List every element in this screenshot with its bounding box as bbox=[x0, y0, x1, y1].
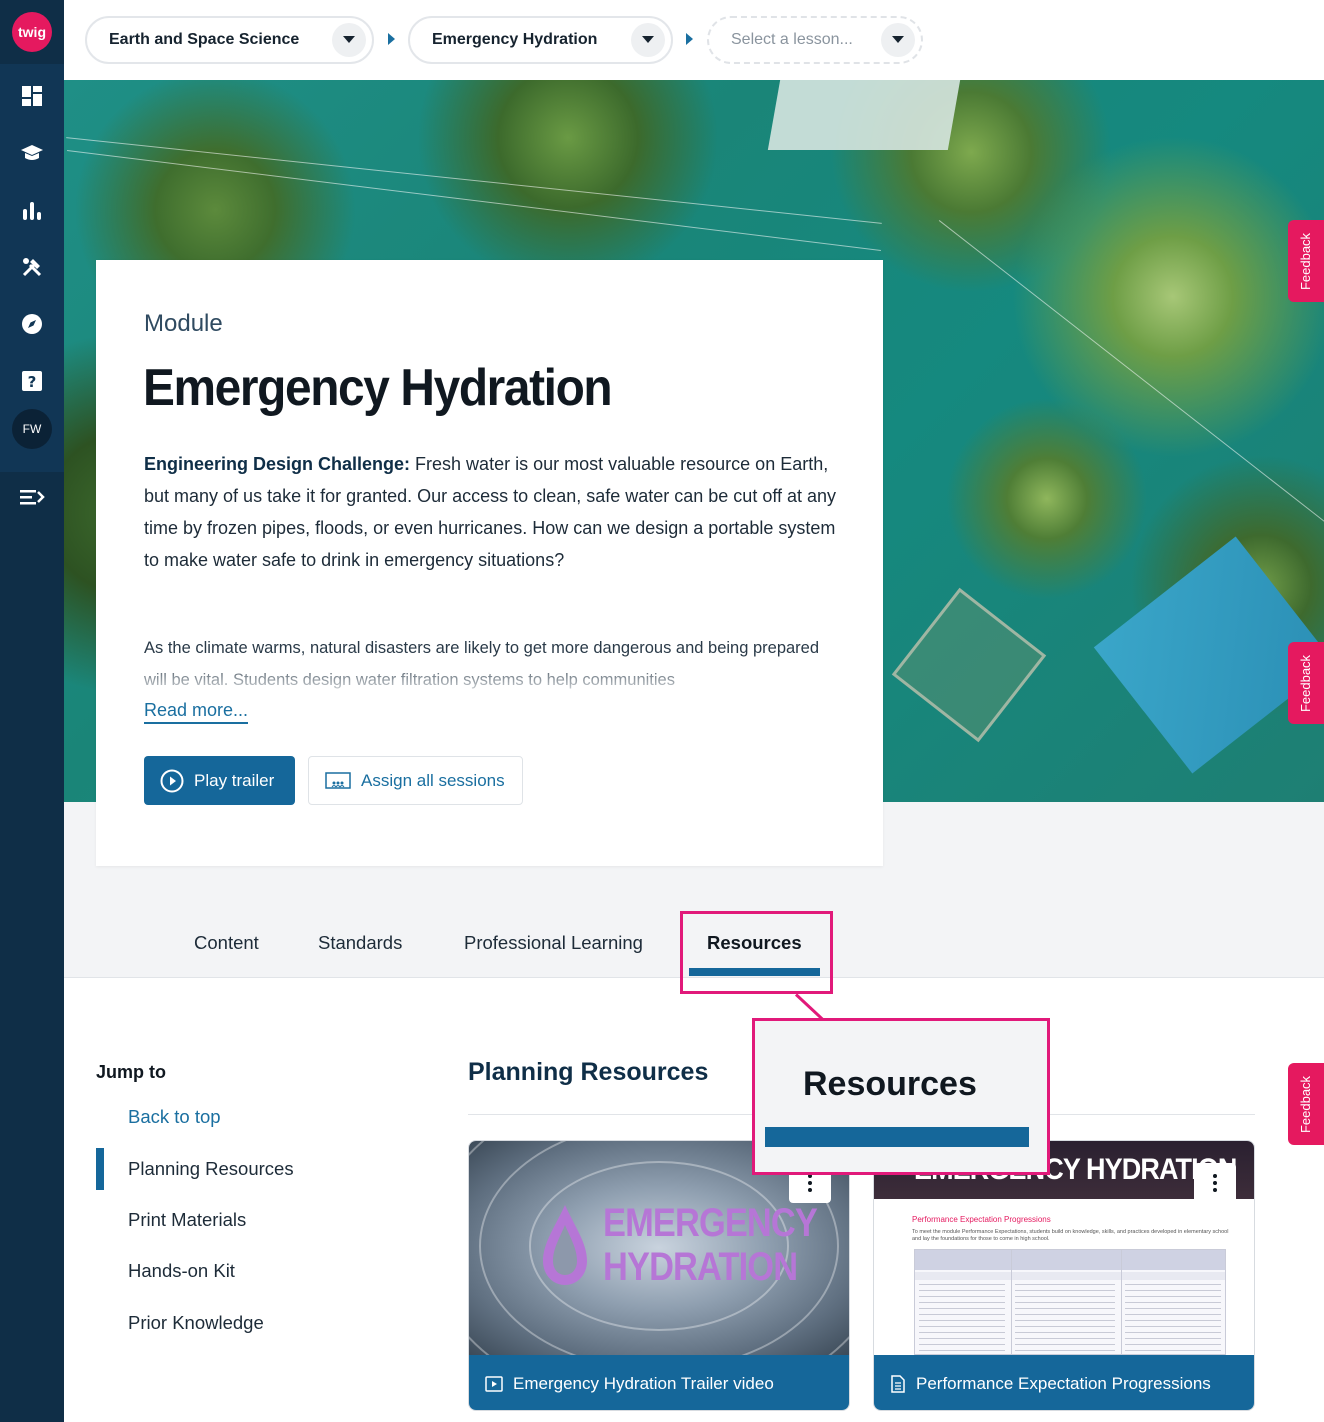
twig-logo[interactable]: twig bbox=[12, 12, 52, 52]
tab-professional-learning[interactable]: Professional Learning bbox=[464, 932, 643, 954]
feedback-label: Feedback bbox=[1298, 654, 1314, 712]
trailer-card-footer[interactable]: Emergency Hydration Trailer video bbox=[469, 1355, 849, 1410]
doc-table-text bbox=[1125, 1284, 1221, 1354]
compass-icon[interactable] bbox=[17, 309, 47, 339]
trailer-thumb-line1: EMERGENCY bbox=[603, 1201, 818, 1245]
lesson-placeholder: Select a lesson... bbox=[731, 31, 853, 48]
doc-table-header bbox=[915, 1250, 1225, 1270]
doc-title: Performance Expectation Progressions bbox=[912, 1215, 1051, 1224]
tab-highlight-box bbox=[680, 911, 833, 994]
jump-to-heading: Jump to bbox=[96, 1062, 166, 1082]
doc-table-col bbox=[1121, 1250, 1122, 1354]
subject-dropdown[interactable]: Earth and Space Science bbox=[85, 16, 374, 64]
doc-subtitle: To meet the module Performance Expectati… bbox=[912, 1229, 1229, 1242]
tools-icon[interactable] bbox=[17, 252, 47, 282]
assign-board-icon bbox=[325, 771, 351, 789]
module-label: Emergency Hydration bbox=[432, 31, 598, 48]
callout-underline bbox=[765, 1127, 1029, 1147]
sidebar: twig ? FW bbox=[0, 0, 64, 1422]
performance-card-label: Performance Expectation Progressions bbox=[916, 1373, 1211, 1393]
trailer-thumb-line2: HYDRATION bbox=[603, 1245, 798, 1289]
svg-text:?: ? bbox=[28, 373, 37, 391]
jump-planning-resources[interactable]: Planning Resources bbox=[128, 1158, 294, 1180]
feedback-tab[interactable]: Feedback bbox=[1288, 642, 1324, 724]
feedback-label: Feedback bbox=[1298, 232, 1314, 290]
resources-callout: Resources bbox=[752, 1018, 1050, 1175]
doc-table-row bbox=[915, 1272, 1225, 1280]
graduation-cap-icon[interactable] bbox=[17, 138, 47, 168]
jump-hands-on-kit[interactable]: Hands-on Kit bbox=[128, 1260, 235, 1282]
play-trailer-label: Play trailer bbox=[194, 770, 275, 790]
power-line bbox=[66, 150, 882, 251]
challenge-label: Engineering Design Challenge: bbox=[144, 454, 411, 474]
tab-content[interactable]: Content bbox=[194, 932, 259, 954]
chevron-down-icon[interactable] bbox=[881, 23, 915, 57]
assign-all-label: Assign all sessions bbox=[361, 770, 505, 790]
dashboard-icon[interactable] bbox=[17, 81, 47, 111]
chevron-down-icon[interactable] bbox=[332, 23, 366, 57]
module-card: Module Emergency Hydration Engineering D… bbox=[96, 260, 883, 866]
power-line bbox=[938, 220, 1324, 541]
feedback-label: Feedback bbox=[1298, 1075, 1314, 1133]
jump-active-marker bbox=[96, 1148, 104, 1190]
jump-print-materials[interactable]: Print Materials bbox=[128, 1209, 246, 1231]
help-icon[interactable]: ? bbox=[17, 366, 47, 396]
trailer-thumb-title: EMERGENCY HYDRATION bbox=[603, 1201, 818, 1289]
module-dropdown[interactable]: Emergency Hydration bbox=[408, 16, 673, 64]
document-icon bbox=[891, 1374, 905, 1393]
power-line bbox=[66, 137, 882, 224]
doc-table-col bbox=[1011, 1250, 1012, 1354]
jump-prior-knowledge[interactable]: Prior Knowledge bbox=[128, 1312, 264, 1334]
doc-table-text bbox=[919, 1284, 1005, 1354]
water-drop-icon bbox=[543, 1205, 587, 1285]
more-options-icon[interactable] bbox=[1194, 1163, 1236, 1203]
breadcrumb: Earth and Space Science Emergency Hydrat… bbox=[64, 0, 1324, 80]
breadcrumb-separator-icon bbox=[388, 33, 395, 45]
video-icon bbox=[485, 1375, 503, 1392]
subject-label: Earth and Space Science bbox=[109, 31, 300, 48]
module-description: Engineering Design Challenge: Fresh wate… bbox=[144, 448, 844, 576]
chevron-down-icon[interactable] bbox=[631, 23, 665, 57]
performance-card-footer[interactable]: Performance Expectation Progressions bbox=[874, 1355, 1254, 1410]
jump-back-to-top[interactable]: Back to top bbox=[128, 1106, 221, 1128]
trailer-card-label: Emergency Hydration Trailer video bbox=[513, 1373, 774, 1393]
module-eyebrow: Module bbox=[144, 310, 223, 337]
text-fade bbox=[144, 660, 844, 696]
lesson-dropdown[interactable]: Select a lesson... bbox=[707, 16, 923, 64]
user-avatar[interactable]: FW bbox=[12, 409, 52, 449]
feedback-tab[interactable]: Feedback bbox=[1288, 220, 1324, 302]
planning-resources-title: Planning Resources bbox=[468, 1058, 709, 1086]
tab-standards[interactable]: Standards bbox=[318, 932, 402, 954]
doc-table-text bbox=[1015, 1284, 1115, 1354]
doc-table bbox=[914, 1249, 1226, 1355]
flooded-building-roof bbox=[767, 80, 961, 150]
read-more-link[interactable]: Read more... bbox=[144, 700, 249, 724]
play-circle-icon bbox=[160, 769, 184, 792]
play-trailer-button[interactable]: Play trailer bbox=[144, 756, 295, 805]
callout-label: Resources bbox=[803, 1065, 977, 1103]
feedback-tab[interactable]: Feedback bbox=[1288, 1063, 1324, 1145]
breadcrumb-separator-icon bbox=[686, 33, 693, 45]
page-title: Emergency Hydration bbox=[143, 359, 613, 417]
bar-chart-icon[interactable] bbox=[17, 195, 47, 225]
collapse-menu-icon[interactable] bbox=[17, 482, 47, 512]
resource-card-performance[interactable]: EMERGENCY HYDRATION Performance Expectat… bbox=[873, 1140, 1255, 1411]
assign-all-sessions-button[interactable]: Assign all sessions bbox=[308, 756, 523, 805]
resource-card-trailer[interactable]: EMERGENCY HYDRATION Emergency Hydration … bbox=[468, 1140, 850, 1411]
submerged-structure bbox=[891, 587, 1047, 743]
